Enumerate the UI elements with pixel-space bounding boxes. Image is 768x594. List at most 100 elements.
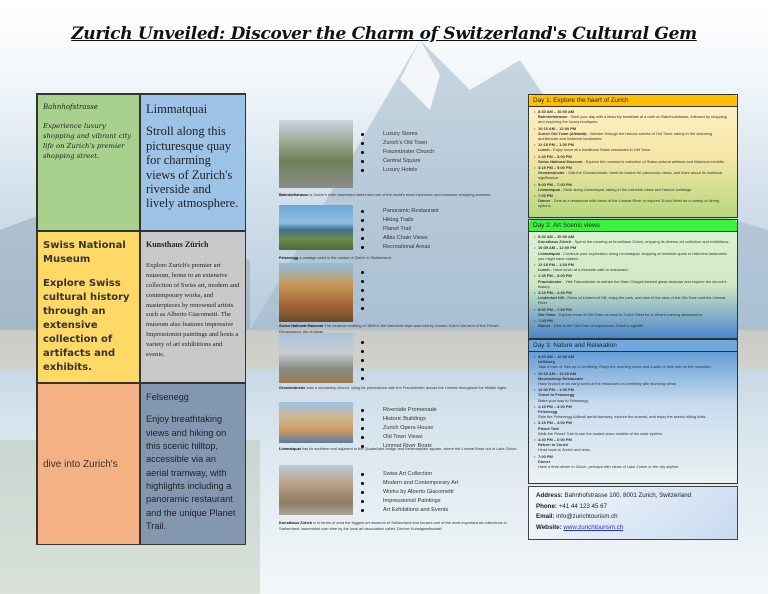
cell-heading: Bahnhofstrasse	[43, 103, 98, 111]
schedule-desc: - Spend the morning at Kunsthaus Zürich,…	[571, 239, 730, 245]
photo-caption: Limmatquai has its southern end adjacent…	[279, 446, 519, 452]
schedule-item: 1:15 PM – 3:00 PMFelseneggRide the Felse…	[534, 403, 733, 420]
schedule-place: Lunch	[538, 147, 550, 153]
feature-item: Zurich's Old Town	[361, 139, 434, 148]
cell-heading: Swiss National Museum	[43, 240, 126, 265]
schedule-place: Swiss National Museum	[538, 158, 583, 164]
attraction-photo	[279, 333, 353, 383]
schedule-desc: - Dine in the Old Town or experience Zur…	[550, 323, 645, 329]
schedule-place: Kunsthaus Zürich	[538, 239, 572, 245]
feature-item: Luxury Stores	[361, 130, 434, 139]
schedule-item: 3:15 PM – 4:00 PMLindenhof Hill - Relax …	[534, 290, 733, 306]
feature-item: Planet Trail	[361, 225, 439, 234]
feature-item	[361, 347, 385, 356]
schedule-item: 5:00 PM – 7:00 PMOld Town - Explore more…	[534, 307, 733, 317]
feature-list: Panoramic Restaurant Hiking Trails Planet …	[361, 207, 439, 252]
caption-title: Swiss National Museum	[279, 323, 324, 328]
photo-caption: Kunsthaus Zürich is in terms of area the…	[279, 520, 519, 532]
schedule-desc: Take a train or hike up to Uetliberg. En…	[538, 364, 712, 370]
attractions-grid: Bahnhofstrasse Experience luxury shopping…	[36, 93, 246, 545]
feature-list: Luxury Stores Zurich's Old Town Fraumünste…	[361, 130, 434, 175]
schedule-desc: - Relax at Lindenhof Hill, enjoy the par…	[538, 295, 726, 306]
feature-item	[361, 286, 385, 295]
attraction-photo	[279, 120, 353, 188]
schedule-desc: Have a final dinner in Zurich, perhaps w…	[538, 464, 680, 470]
feature-item	[361, 304, 385, 313]
website-link[interactable]: www.zurichtourism.ch	[563, 524, 623, 531]
caption-title: Limmatquai	[279, 446, 301, 451]
schedule-item: 7:00 PMDinner - Dine at a restaurant wit…	[534, 193, 733, 209]
address-label: Address:	[536, 492, 563, 499]
schedule-place: Limmatquai	[538, 186, 560, 192]
schedule-desc: - Start your day with a leisurely breakf…	[538, 114, 727, 125]
schedule-item: 4:30 PM – 6:00 PMReturn to ZurichHead ba…	[534, 437, 733, 453]
feature-item: Albis Chain Views	[361, 234, 439, 243]
cell-text: Stroll along this picturesque quay for c…	[146, 124, 239, 211]
attraction-photo	[279, 465, 353, 515]
day-2-panel: Day 2: Art Scenic views 8:30 AM – 10:00 A…	[528, 219, 738, 339]
schedule-desc: Have brunch or an early lunch at the res…	[538, 381, 678, 387]
day-schedule: 8:00 AM – 10:00 AMUetlibergTake a train …	[529, 352, 737, 472]
email-label: Email:	[536, 513, 555, 520]
caption-text: a vantage point in the canton of Zürich …	[298, 255, 392, 260]
address-value: Bahnhofstrasse 100, 8001 Zurich, Switzer…	[562, 492, 692, 499]
attraction-photo	[279, 205, 353, 250]
schedule-item: 1:45 PM – 3:00 PMFraumünster - Visit Fra…	[534, 273, 733, 289]
schedule-desc: Make your way to Felsenegg.	[538, 397, 589, 403]
schedule-desc: Head back to Zurich and relax.	[538, 447, 591, 453]
caption-title: Kunsthaus Zürich	[279, 520, 313, 525]
cell-text: Explore Swiss cultural history through a…	[43, 278, 130, 373]
day-schedule: 8:30 AM – 10:00 AMKunsthaus Zürich - Spe…	[529, 232, 737, 331]
schedule-time: 7:00 PM	[538, 453, 553, 459]
schedule-desc: - Explore the museum's collection of Swi…	[582, 158, 725, 164]
schedule-item: 7:30 PMDinner - Dine in the Old Town or …	[534, 318, 733, 329]
schedule-desc: Walk the Planet Trail to see the scaled-…	[538, 430, 664, 436]
schedule-desc: - Dine at a restaurant with views of the…	[538, 198, 719, 209]
schedule-place: Old Town	[538, 311, 556, 317]
phone-label: Phone:	[536, 502, 557, 510]
cell-heading: Felsenegg	[146, 392, 189, 402]
cell-text: Enjoy breathtaking views and hiking on t…	[146, 414, 236, 532]
schedule-item: 12:15 PM – 1:30 PMLunch - Enjoy lunch at…	[534, 142, 733, 153]
schedule-time: 1:15 PM – 3:00 PM	[538, 403, 572, 409]
schedule-item: 12:15 PM – 1:30 PMLunch - Have lunch at …	[534, 262, 733, 272]
schedule-item: 8:30 AM – 10:00 AMKunsthaus Zürich - Spe…	[534, 234, 733, 245]
feature-item: Panoramic Restaurant	[361, 207, 439, 216]
day-3-panel: Day 3: Nature and Relaxation 8:00 AM – 10…	[528, 339, 738, 484]
schedule-desc: - Enjoy lunch at a traditional Swiss res…	[549, 147, 652, 153]
phone-value: +41 44 123 45 67	[556, 502, 608, 510]
schedule-time: 3:15 PM – 4:00 PM	[538, 420, 572, 426]
schedule-item: 8:00 AM – 10:00 AMUetlibergTake a train …	[534, 354, 733, 370]
email-value: info@zurichtourism.ch	[554, 513, 618, 520]
feature-item: Old Town Views	[361, 433, 437, 442]
schedule-item: 5:00 PM – 7:00 PMLimmatquai - Stroll alo…	[534, 182, 733, 192]
feature-item: Works by Alberto Giacometti	[361, 488, 458, 497]
caption-title: Grossmünster	[279, 385, 306, 390]
schedule-place: Dinner	[538, 323, 551, 329]
caption-title: Felsenegg	[279, 255, 299, 260]
feature-item	[361, 365, 385, 374]
cell-limmatquai: Limmatquai Stroll along this picturesque …	[140, 94, 246, 231]
feature-item: Recreational Areas	[361, 243, 439, 252]
schedule-item: 10:05 AM – 12:00 PMLimmatquai - Continue…	[534, 245, 733, 261]
day-1-panel: Day 1: Explore the haert of Zurich 8:30 A…	[528, 94, 738, 218]
feature-item: Hiking Trails	[361, 216, 439, 225]
cell-swiss-national-museum: Swiss National Museum Explore Swiss cultu…	[37, 231, 140, 383]
cell-kunsthaus: Kunsthaus Zürich Explore Zurich's premier…	[140, 231, 246, 383]
photo-caption: Grossmünster was a monastery church, vyi…	[279, 385, 519, 391]
contact-box: Address: Bahnhofstrasse 100, 8001 Zurich…	[528, 486, 738, 540]
schedule-item: 3:15 PM – 5:00 PMGrossmünster - Visit th…	[534, 165, 733, 181]
schedule-desc: Ride the Felsenegg-Adliswil aerial tramw…	[538, 414, 707, 420]
schedule-desc: - Visit the Grossmünster, climb its towe…	[538, 170, 723, 181]
schedule-item: 10:15 AM – 11:30 AMMountaintop Restauran…	[534, 371, 733, 387]
cell-text: Explore Zurich's premier art museum, hom…	[146, 262, 240, 359]
feature-item: Art Exhibitions and Events	[361, 506, 458, 515]
cell-text: dive into Zurich's	[43, 458, 118, 470]
feature-item: Central Square	[361, 157, 434, 166]
feature-list	[361, 268, 385, 313]
caption-title: Bahnhofstrasse	[279, 192, 309, 197]
schedule-item: 10:15 AM – 12:00 PMZurich Old Town (Alts…	[534, 126, 733, 142]
feature-list: Swiss Art Collection Modern and Contempor…	[361, 470, 458, 515]
feature-item: Riverside Promenade	[361, 406, 437, 415]
feature-item	[361, 268, 385, 277]
